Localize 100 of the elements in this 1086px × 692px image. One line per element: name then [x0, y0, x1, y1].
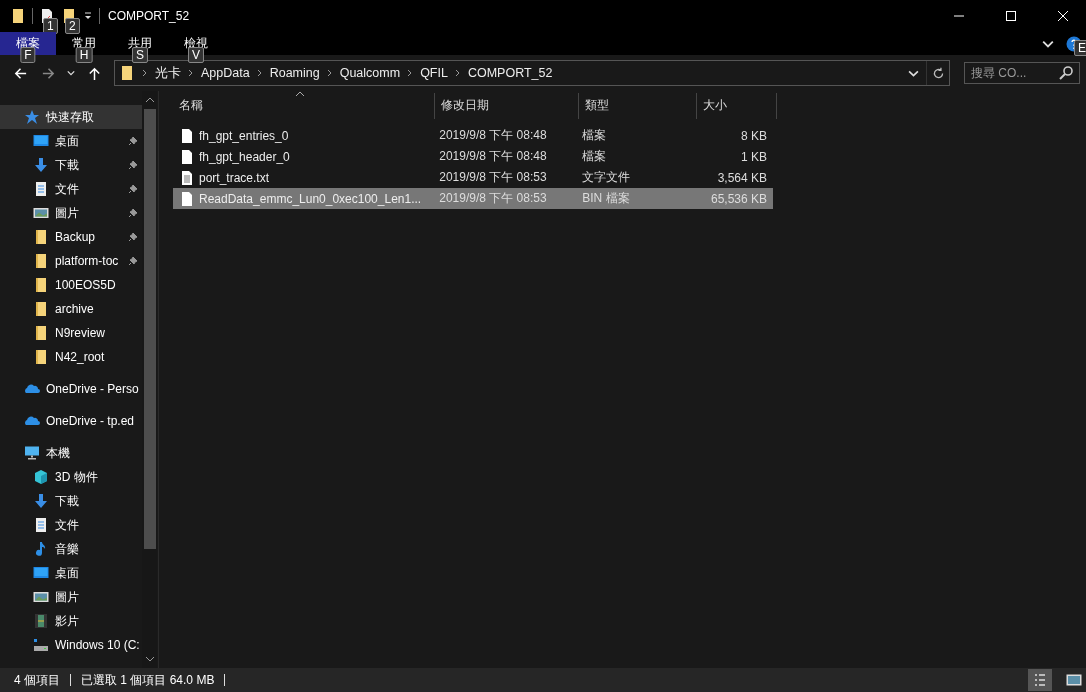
sidebar-item[interactable]: 桌面	[0, 129, 142, 153]
file-row[interactable]: ReadData_emmc_Lun0_0xec100_Len1... 2019/9/8 下午 08:53 BIN 檔案 65,536 KB	[173, 188, 773, 209]
chevron-right-icon	[188, 69, 194, 77]
keytip: E	[1074, 40, 1086, 56]
sidebar-item[interactable]: 下載	[0, 489, 142, 513]
document-icon	[33, 517, 49, 533]
file-type: 檔案	[581, 148, 608, 165]
breadcrumb[interactable]: 光卡	[155, 64, 181, 82]
maximize-button[interactable]	[1006, 11, 1016, 21]
scroll-down-icon[interactable]	[144, 656, 155, 662]
breadcrumb[interactable]: COMPORT_52	[467, 66, 553, 80]
monitor-icon	[33, 565, 49, 581]
sidebar-item[interactable]: 文件	[0, 513, 142, 537]
file-size: 8 KB	[740, 128, 768, 143]
file-icon	[179, 190, 195, 207]
folder-icon	[33, 301, 49, 317]
sidebar-item[interactable]: OneDrive - tp.ed	[0, 409, 142, 433]
drive-icon	[33, 637, 49, 653]
sidebar-item[interactable]: 快速存取	[0, 105, 142, 129]
sidebar-item[interactable]: 文件	[0, 177, 142, 201]
scroll-up-icon[interactable]	[144, 97, 155, 103]
customize-dropdown-icon[interactable]	[83, 11, 93, 21]
text-file-icon	[179, 169, 195, 186]
file-row[interactable]: fh_gpt_entries_0 2019/9/8 下午 08:48 檔案 8 KB	[173, 125, 773, 146]
breadcrumb[interactable]: QFIL	[420, 66, 448, 80]
details-view-button[interactable]	[1028, 669, 1052, 691]
sidebar-item[interactable]: 桌面	[0, 561, 142, 585]
sidebar-item[interactable]: 100EOS5D	[0, 273, 142, 297]
modified-date: 2019/9/8 下午 08:53	[438, 169, 548, 186]
search-icon	[1058, 65, 1074, 81]
column-header[interactable]: 名稱	[173, 93, 435, 119]
file-type: 檔案	[581, 127, 608, 144]
file-row[interactable]: port_trace.txt 2019/9/8 下午 08:53 文字文件 3,564 KB	[173, 167, 773, 188]
file-size: 65,536 KB	[709, 191, 768, 206]
modified-date: 2019/9/8 下午 08:48	[438, 148, 548, 165]
search-field[interactable]: 搜尋 CO...	[964, 62, 1080, 84]
recent-locations-button[interactable]	[67, 69, 75, 77]
file-size: 3,564 KB	[716, 170, 768, 185]
sidebar-item[interactable]: archive	[0, 297, 142, 321]
sidebar-item[interactable]: OneDrive - Perso	[0, 377, 142, 401]
file-name: fh_gpt_entries_0	[199, 128, 289, 143]
chevron-right-icon	[326, 69, 333, 77]
sidebar-item[interactable]: 音樂	[0, 537, 142, 561]
column-header[interactable]: 大小	[697, 93, 777, 119]
down-arrow-icon	[33, 157, 49, 173]
file-icon	[179, 148, 195, 165]
modified-date: 2019/9/8 下午 08:53	[438, 190, 548, 207]
star-icon	[24, 109, 40, 125]
chevron-right-icon	[256, 69, 263, 77]
refresh-button[interactable]	[931, 66, 945, 80]
sidebar-item[interactable]: 下載	[0, 153, 142, 177]
sidebar-item[interactable]: 影片	[0, 609, 142, 633]
film-icon	[33, 613, 49, 629]
sidebar-item[interactable]: N9review	[0, 321, 142, 345]
keytip: V	[188, 47, 204, 63]
chevron-right-icon	[142, 69, 148, 77]
breadcrumb[interactable]: AppData	[201, 66, 250, 80]
folder-icon	[33, 229, 49, 245]
document-icon	[33, 181, 49, 197]
selection-info: 已選取 1 個項目 64.0 MB	[81, 671, 215, 689]
sidebar-item[interactable]: N42_root	[0, 345, 142, 369]
chevron-right-icon	[454, 69, 461, 77]
file-row[interactable]: fh_gpt_header_0 2019/9/8 下午 08:48 檔案 1 KB	[173, 146, 773, 167]
sidebar-item[interactable]: Windows 10 (C:	[0, 633, 142, 657]
file-name: ReadData_emmc_Lun0_0xec100_Len1...	[199, 191, 422, 206]
folder-icon	[33, 253, 49, 269]
monitor-icon	[33, 133, 49, 149]
folder-icon	[33, 325, 49, 341]
modified-date: 2019/9/8 下午 08:48	[438, 127, 548, 144]
folder-icon	[33, 349, 49, 365]
close-button[interactable]	[1058, 11, 1068, 21]
file-type: BIN 檔案	[581, 190, 631, 207]
sidebar-item[interactable]: 本機	[0, 441, 142, 465]
sidebar-item[interactable]: Backup	[0, 225, 142, 249]
folder-icon[interactable]	[10, 8, 26, 24]
sidebar-item[interactable]: 圖片	[0, 585, 142, 609]
picture-icon	[33, 205, 49, 221]
file-name: fh_gpt_header_0	[199, 149, 290, 164]
file-icon	[179, 127, 195, 144]
chevron-right-icon	[407, 69, 414, 77]
breadcrumb[interactable]: Qualcomm	[339, 66, 401, 80]
file-size: 1 KB	[740, 149, 768, 164]
folder-icon	[119, 65, 135, 81]
sidebar-item[interactable]: 圖片	[0, 201, 142, 225]
item-count: 4 個項目	[14, 671, 60, 689]
sidebar-item[interactable]: 3D 物件	[0, 465, 142, 489]
window-title: COMPORT_52	[108, 9, 190, 23]
computer-icon	[24, 445, 40, 461]
file-type: 文字文件	[581, 169, 632, 186]
keytip: F	[20, 47, 36, 63]
column-header[interactable]: 類型	[579, 93, 697, 119]
keytip: 2	[65, 18, 80, 34]
column-header[interactable]: 修改日期	[435, 93, 579, 119]
down-arrow-icon	[33, 493, 49, 509]
address-bar[interactable]: 光卡 AppData Roaming Qualcomm QFIL COMPORT_52	[114, 60, 950, 86]
breadcrumb[interactable]: Roaming	[269, 66, 320, 80]
sidebar-item[interactable]: platform-toc	[0, 249, 142, 273]
keytip: S	[132, 47, 148, 63]
picture-icon	[33, 589, 49, 605]
keytip: H	[75, 47, 93, 63]
